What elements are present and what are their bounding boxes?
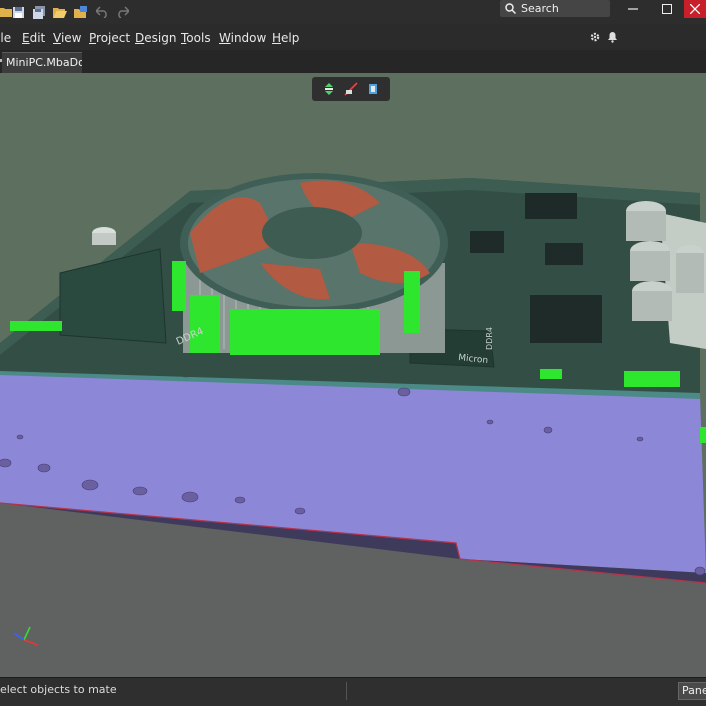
save-all-icon[interactable] [31, 4, 47, 20]
minimize-button[interactable] [620, 0, 646, 18]
screw-post-body [92, 233, 116, 245]
close-button[interactable] [684, 0, 706, 18]
menu-project-mnemonic: P [89, 31, 97, 45]
chip [470, 231, 504, 253]
search-icon [505, 3, 516, 14]
align-tool-icon[interactable] [343, 81, 359, 97]
menu-project[interactable]: Project [89, 31, 130, 45]
maximize-button[interactable] [652, 0, 682, 18]
ddr4-module-left [59, 248, 167, 344]
open-folder-icon[interactable] [52, 4, 68, 20]
mate-tool-icon[interactable] [321, 81, 337, 97]
menu-view-label: iew [60, 31, 82, 45]
section-view-icon[interactable] [365, 81, 381, 97]
menu-edit-mnemonic: E [22, 31, 30, 45]
open-project-icon[interactable] [73, 4, 89, 20]
menu-design[interactable]: Design [135, 31, 176, 45]
document-tab-strip: MiniPC.MbaDoc [0, 50, 706, 73]
chip [530, 295, 602, 343]
status-divider [346, 682, 347, 700]
status-message: Select objects to mate [0, 683, 117, 696]
search-box[interactable]: Search [500, 0, 610, 17]
menu-window-mnemonic: W [219, 31, 231, 45]
silkscreen-ddr4-right: DDR4 [485, 327, 494, 350]
menu-view-mnemonic: V [53, 31, 61, 45]
menu-view[interactable]: View [53, 31, 81, 45]
menu-help-label: elp [281, 31, 300, 45]
chip [525, 193, 577, 219]
menu-help[interactable]: Help [272, 31, 299, 45]
board-3d-scene[interactable]: DDR4 Micron DDR4 [0, 73, 706, 677]
axis-orientation-gizmo [12, 623, 44, 652]
menu-project-label: roject [96, 31, 131, 45]
menu-design-label: esign [144, 31, 177, 45]
maximize-icon [662, 4, 672, 14]
3d-viewport[interactable]: DDR4 Micron DDR4 [0, 73, 706, 677]
view-toolbar [312, 77, 390, 101]
menu-design-mnemonic: D [135, 31, 145, 45]
gear-icon[interactable] [588, 30, 602, 44]
status-bar: Select objects to mate Panels [0, 677, 706, 706]
close-icon [690, 4, 700, 14]
menu-window-label: indow [230, 31, 267, 45]
menu-help-mnemonic: H [272, 31, 282, 45]
title-bar: Search [0, 0, 706, 24]
menu-file[interactable]: File [0, 31, 11, 45]
tab-minipc-mbadoc[interactable]: MiniPC.MbaDoc [2, 52, 82, 73]
menu-edit[interactable]: Edit [22, 31, 45, 45]
menu-window[interactable]: Window [219, 31, 266, 45]
save-icon[interactable] [10, 4, 26, 20]
panels-button[interactable]: Panels [678, 682, 706, 700]
menu-edit-label: dit [29, 31, 46, 45]
menu-tools-label: ools [186, 31, 211, 45]
menu-tools[interactable]: Tools [181, 31, 211, 45]
undo-icon[interactable] [94, 4, 110, 20]
minimize-icon [628, 8, 638, 10]
search-label: Search [521, 2, 559, 15]
chip [545, 243, 583, 265]
notification-bell-icon[interactable] [605, 30, 619, 44]
redo-icon[interactable] [114, 4, 130, 20]
